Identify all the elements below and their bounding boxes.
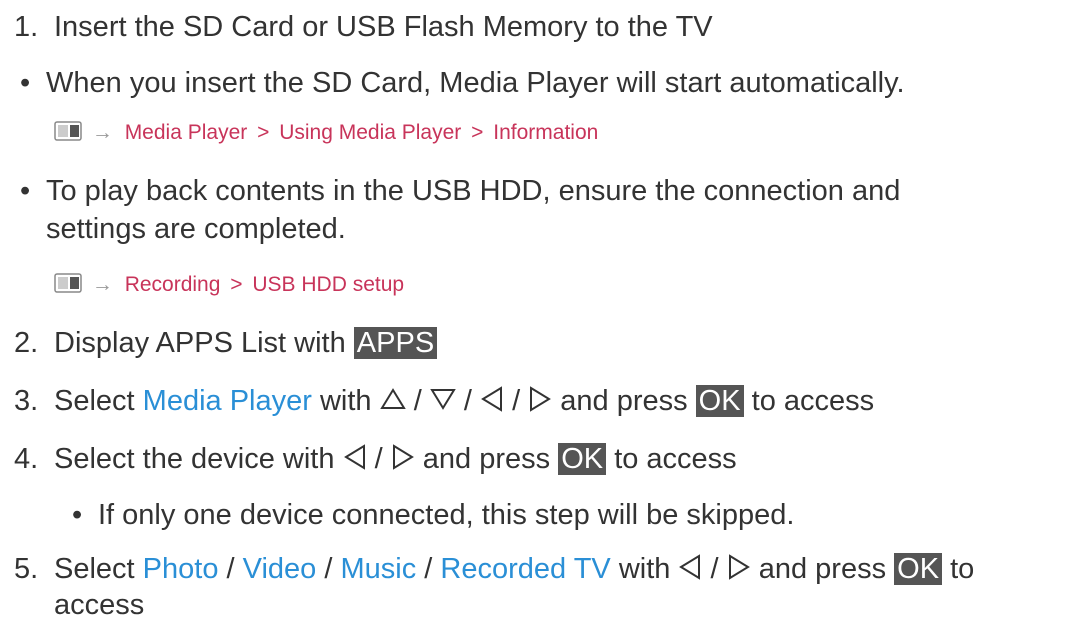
step-number: 5. <box>14 553 39 585</box>
step-text-mid: with <box>618 553 671 585</box>
slash: / <box>424 553 433 585</box>
step-5-cont: access <box>54 588 144 622</box>
bullet-dot: • <box>20 67 31 99</box>
step-text-line2: access <box>54 589 145 621</box>
slash: / <box>226 553 235 585</box>
step-number: 2. <box>14 327 39 359</box>
slash: / <box>463 385 472 417</box>
video-link[interactable]: Video <box>243 553 317 585</box>
step-text-post: and press <box>422 443 551 475</box>
reference-link-recording[interactable]: Recording <box>125 273 221 296</box>
slash: / <box>324 553 333 585</box>
tv-menu-icon <box>54 121 82 142</box>
bullet-sd-card: • When you insert the SD Card, Media Play… <box>20 66 905 100</box>
triangle-right-icon <box>728 554 750 581</box>
bullet-text-line2: settings are completed. <box>46 213 346 245</box>
step-number: 4. <box>14 443 39 475</box>
triangle-down-icon <box>430 389 456 411</box>
triangle-right-icon <box>392 444 414 471</box>
step-number: 1. <box>14 11 39 43</box>
triangle-left-icon <box>481 386 502 413</box>
reference-link-usb-hdd-setup[interactable]: USB HDD setup <box>252 273 404 296</box>
step-text: Display APPS List with <box>54 327 346 359</box>
triangle-left-icon <box>679 554 701 581</box>
step-text-tail: to <box>950 553 975 585</box>
bullet-usb-hdd-cont: settings are completed. <box>46 212 346 246</box>
bullet-one-device: • If only one device connected, this step… <box>72 498 794 532</box>
bullet-text: If only one device connected, this step … <box>98 499 795 531</box>
triangle-right-icon <box>530 386 552 413</box>
reference-link-using-media-player[interactable]: Using Media Player <box>279 121 461 144</box>
step-text-mid: with <box>319 385 372 417</box>
step-text-pre: Select <box>54 385 135 417</box>
reference-media-player: → Media Player > Using Media Player > In… <box>54 120 598 146</box>
reference-link-media-player[interactable]: Media Player <box>125 121 248 144</box>
breadcrumb-separator: > <box>257 121 270 144</box>
arrow-right-icon: → <box>91 121 113 144</box>
step-number: 3. <box>14 385 39 417</box>
bullet-text-line1: To play back contents in the USB HDD, en… <box>46 175 901 207</box>
bullet-dot: • <box>20 175 31 207</box>
step-text: Insert the SD Card or USB Flash Memory t… <box>54 11 713 43</box>
step-4: 4. Select the device with / and press OK … <box>0 442 737 476</box>
breadcrumb-separator: > <box>230 273 243 296</box>
step-text-tail: to access <box>751 385 875 417</box>
bullet-text: When you insert the SD Card, Media Playe… <box>46 67 905 99</box>
media-player-link[interactable]: Media Player <box>143 385 312 417</box>
step-text-pre: Select the device with <box>54 443 335 475</box>
breadcrumb-separator: > <box>471 121 484 144</box>
reference-recording: → Recording > USB HDD setup <box>54 272 404 298</box>
ok-button-label: OK <box>894 553 943 585</box>
step-text-tail: to access <box>614 443 737 475</box>
tv-menu-icon <box>54 273 82 294</box>
slash: / <box>374 443 383 475</box>
triangle-up-icon <box>379 388 406 410</box>
step-2: 2. Display APPS List with APPS <box>0 326 438 360</box>
bullet-usb-hdd: • To play back contents in the USB HDD, e… <box>20 174 900 208</box>
ok-button-label: OK <box>695 385 744 417</box>
step-3: 3. Select Media Player with / / / and pre… <box>0 384 874 418</box>
step-text-post: and press <box>758 553 887 585</box>
apps-button-label: APPS <box>353 327 438 359</box>
bullet-dot: • <box>72 499 83 531</box>
step-5: 5. Select Photo / Video / Music / Recorde… <box>0 552 974 586</box>
recorded-tv-link[interactable]: Recorded TV <box>440 553 610 585</box>
reference-link-information[interactable]: Information <box>493 121 598 144</box>
step-text-pre: Select <box>54 553 135 585</box>
step-1: 1. Insert the SD Card or USB Flash Memory… <box>0 10 713 44</box>
slash: / <box>512 385 521 417</box>
slash: / <box>710 553 719 585</box>
arrow-right-icon: → <box>91 273 113 296</box>
photo-link[interactable]: Photo <box>143 553 219 585</box>
triangle-left-icon <box>343 444 365 471</box>
music-link[interactable]: Music <box>341 553 417 585</box>
ok-button-label: OK <box>558 443 607 475</box>
step-text-post: and press <box>560 385 688 417</box>
slash: / <box>413 385 422 417</box>
